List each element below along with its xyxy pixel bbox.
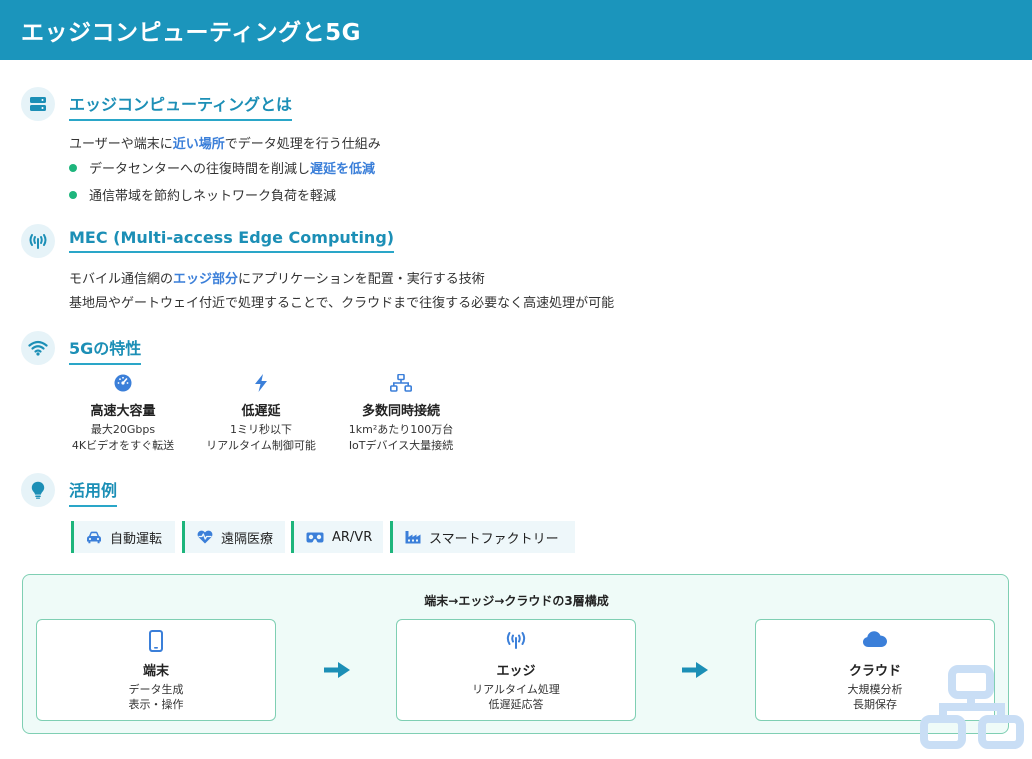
node-device: 端末 データ生成 表示・操作 [36,619,276,721]
vr-goggles-icon [306,532,324,542]
node-detail: 低遅延応答 [488,698,544,711]
node-detail: データ生成 [128,683,184,696]
industry-icon [405,531,421,544]
section-title-5g: 5Gの特性 [69,335,142,365]
feature-card: 多数同時接続 1km²あたり100万台 IoTデバイス大量接続 [321,374,481,453]
page-title: エッジコンピューティングと5G [21,20,362,46]
node-edge: エッジ リアルタイム処理 低遅延応答 [396,619,636,721]
usecase-label: 自動運転 [110,531,163,547]
bullet-dot [69,164,77,172]
architecture-title: 端末→エッジ→クラウドの3層構成 [424,594,609,608]
node-title: 端末 [142,664,169,679]
bolt-icon [181,374,341,394]
feature-card: 高速大容量 最大20Gbps 4Kビデオをすぐ転送 [43,374,203,453]
cloud-icon [756,630,994,652]
node-title: エッジ [496,664,536,679]
heartbeat-icon [197,530,213,544]
feature-card: 低遅延 1ミリ秒以下 リアルタイム制御可能 [181,374,341,453]
feature-title: 高速大容量 [90,404,156,419]
feature-detail: リアルタイム制御可能 [206,439,316,452]
feature-title: 多数同時接続 [361,404,440,419]
network-icon [321,374,481,394]
header-bar: エッジコンピューティングと5G [0,0,1032,60]
car-icon [87,531,101,543]
wifi-icon [21,331,55,365]
antenna-icon [397,630,635,652]
usecase-label: 遠隔医療 [221,531,274,547]
usecase-label: AR/VR [332,529,373,545]
node-detail: 表示・操作 [128,698,184,711]
feature-detail: IoTデバイス大量接続 [348,439,454,452]
architecture-diagram: 端末→エッジ→クラウドの3層構成 端末 データ生成 表示・操作 エッジ リアルタ… [22,574,1009,734]
speedometer-icon [43,374,203,394]
section-title-usecases: 活用例 [69,477,118,507]
feature-detail: 1km²あたり100万台 [348,423,454,436]
section-title-mec: MEC (Multi-access Edge Computing) [69,228,395,253]
bullet-dot [69,191,77,199]
node-detail: リアルタイム処理 [472,683,560,696]
feature-detail: 1ミリ秒以下 [230,423,292,436]
section-title-edge: エッジコンピューティングとは [69,91,293,121]
usecase-label: スマートファクトリー [429,531,559,547]
server-icon [21,87,55,121]
edge-bullet-1: データセンターへの往復時間を削減し遅延を低減 [89,162,376,177]
feature-detail: 最大20Gbps [90,423,156,436]
network-watermark-icon [920,665,1024,749]
mec-line-1: モバイル通信網のエッジ部分にアプリケーションを配置・実行する技術 [69,272,485,287]
feature-detail: 4Kビデオをすぐ転送 [71,439,175,452]
feature-title: 低遅延 [241,404,281,419]
edge-bullet-2: 通信帯域を節約しネットワーク負荷を軽減 [89,189,337,204]
antenna-icon [21,224,55,258]
usecase-tag: 遠隔医療 [182,521,285,553]
arrow-right-icon [324,662,350,678]
lightbulb-icon [21,473,55,507]
arrow-right-icon [682,662,708,678]
usecase-tag: AR/VR [291,521,383,553]
edge-intro: ユーザーや端末に近い場所でデータ処理を行う仕組み [69,137,381,152]
usecase-tag: 自動運転 [71,521,175,553]
mobile-icon [37,630,275,652]
usecase-tag: スマートファクトリー [390,521,575,553]
mec-line-2: 基地局やゲートウェイ付近で処理することで、クラウドまで往復する必要なく高速処理が… [69,296,615,311]
